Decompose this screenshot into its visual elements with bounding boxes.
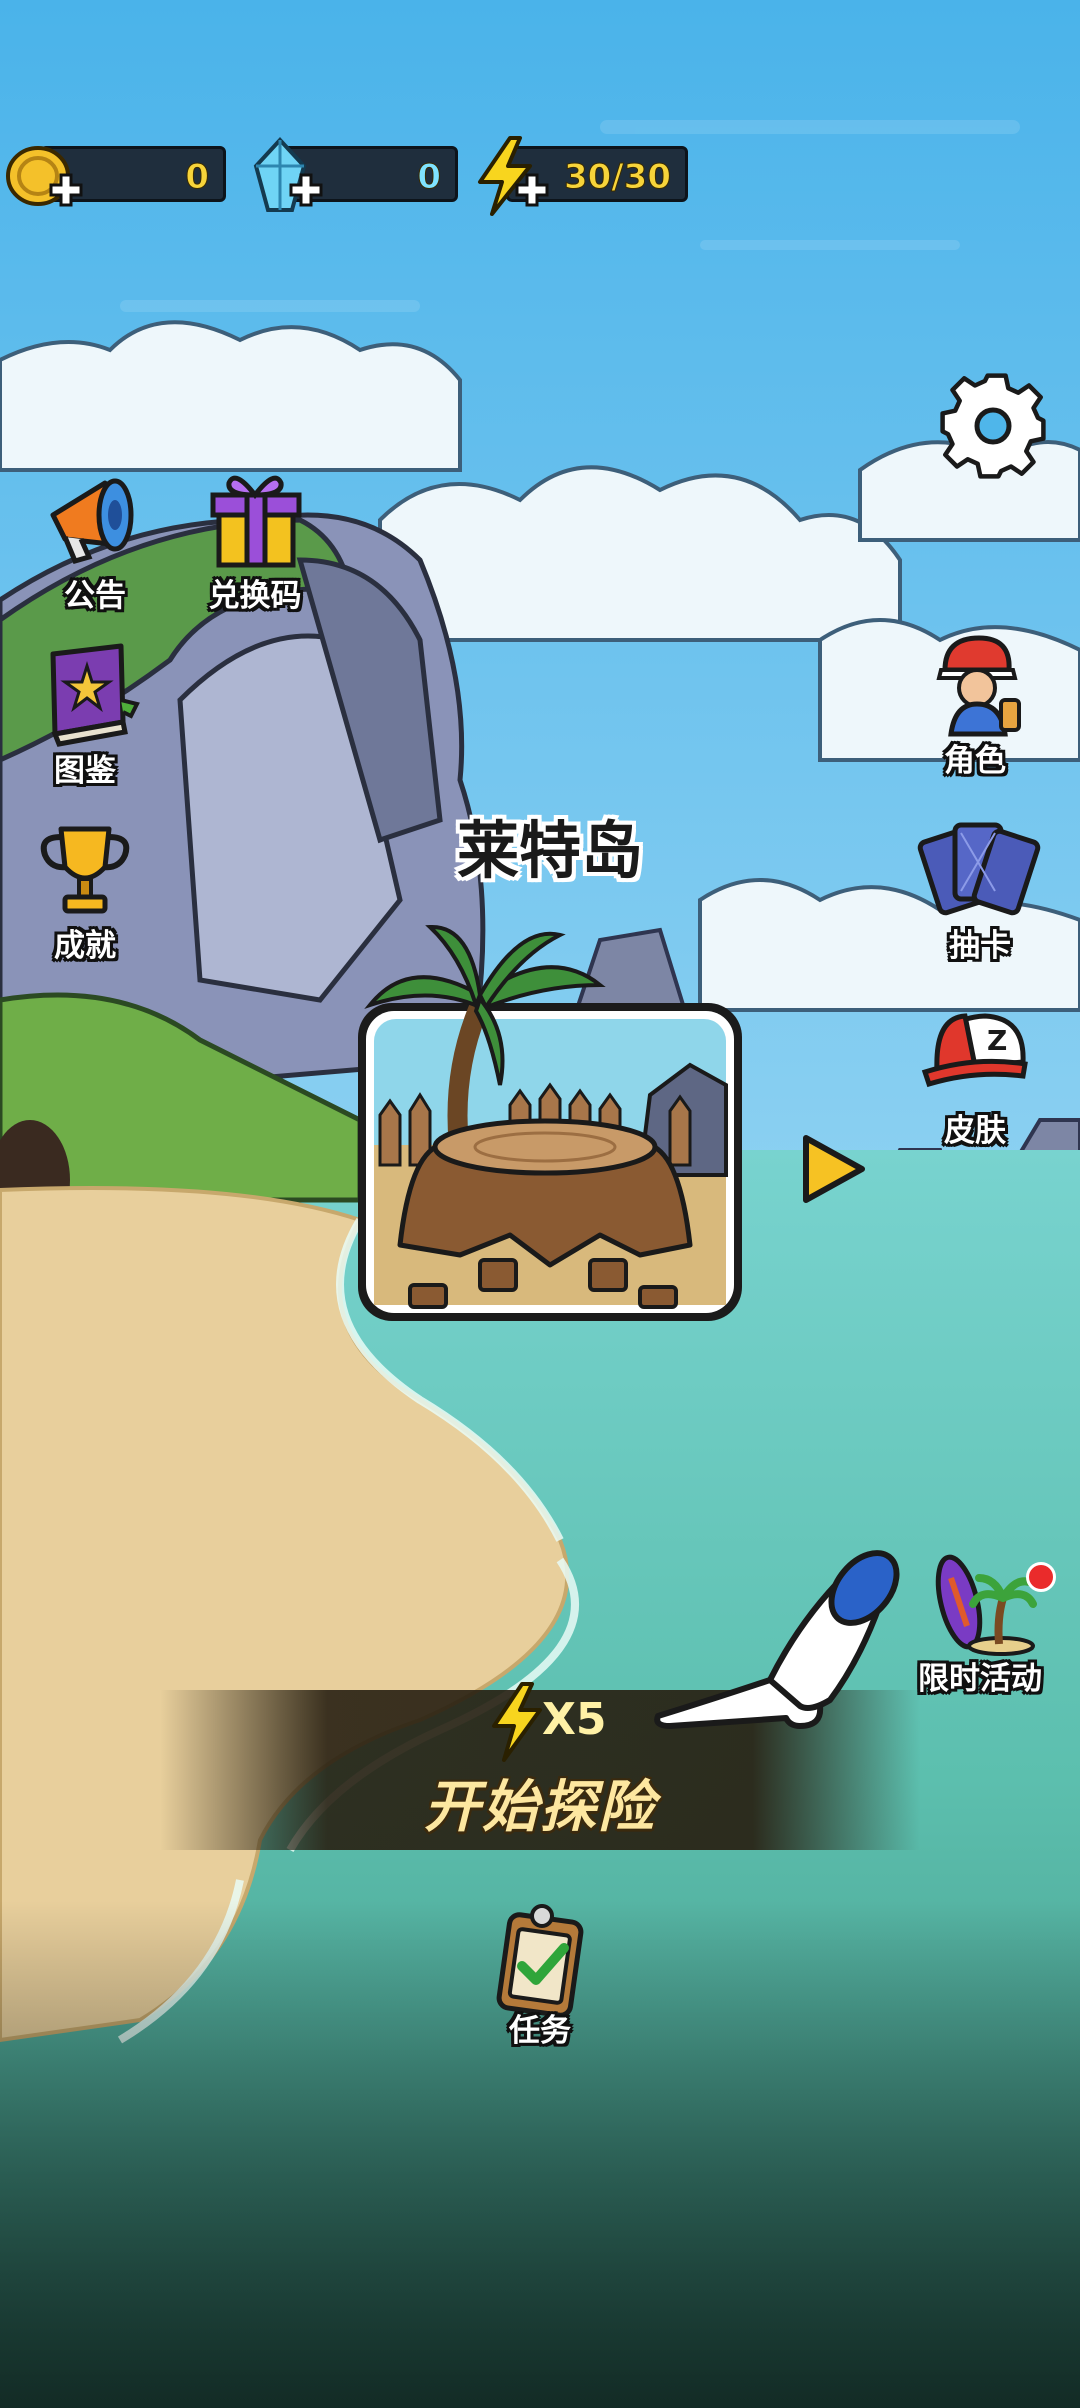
surfboard-palm-icon xyxy=(935,1554,1037,1656)
gift-box-icon xyxy=(210,475,302,568)
start-energy-cost: X5 xyxy=(542,1694,607,1745)
character-icon xyxy=(936,635,1021,737)
island-level-card[interactable] xyxy=(350,915,750,1330)
coin-value: 0 xyxy=(185,157,210,198)
svg-text:Z: Z xyxy=(987,1024,1007,1057)
achievements-label: 成就 xyxy=(54,928,116,964)
announcement-label: 公告 xyxy=(64,578,126,614)
gem-counter[interactable]: 0 xyxy=(240,137,458,212)
cards-icon xyxy=(917,822,1041,916)
draw-card-label: 抽卡 xyxy=(949,928,1011,964)
megaphone-icon xyxy=(50,478,134,565)
play-arrow-icon[interactable] xyxy=(796,1132,870,1206)
energy-value: 30/30 xyxy=(563,157,671,198)
coin-counter[interactable]: 0 xyxy=(0,142,226,208)
plus-icon[interactable] xyxy=(514,172,550,208)
draw-card-button[interactable]: 抽卡 xyxy=(905,815,1055,965)
redeem-code-label: 兑换码 xyxy=(208,578,302,614)
plus-icon[interactable] xyxy=(48,172,84,208)
limited-event-label: 限时活动 xyxy=(918,1661,1042,1697)
start-adventure-label: 开始探险 xyxy=(424,1775,656,1840)
cap-icon: Z xyxy=(921,1013,1028,1088)
clipboard-icon xyxy=(496,1904,584,2018)
codex-button[interactable]: 图鉴 xyxy=(10,640,160,790)
redeem-code-button[interactable]: 兑换码 xyxy=(180,465,330,615)
character-label: 角色 xyxy=(944,743,1006,779)
energy-counter[interactable]: 30/30 xyxy=(466,136,688,216)
tasks-button[interactable]: 任务 xyxy=(465,1900,615,2050)
trophy-icon xyxy=(40,826,130,914)
island-name: 莱特岛 xyxy=(456,814,643,887)
character-button[interactable]: 角色 xyxy=(900,630,1050,780)
codex-label: 图鉴 xyxy=(54,753,116,789)
notification-dot xyxy=(1026,1562,1056,1592)
skin-label: 皮肤 xyxy=(944,1113,1006,1149)
plus-icon[interactable] xyxy=(288,172,324,208)
tasks-label: 任务 xyxy=(509,2013,571,2049)
book-icon xyxy=(50,643,140,747)
achievements-button[interactable]: 成就 xyxy=(10,815,160,965)
announcement-button[interactable]: 公告 xyxy=(20,465,170,615)
pointing-hand-icon xyxy=(654,1550,900,1729)
settings-gear-icon[interactable] xyxy=(935,368,1051,484)
gem-value: 0 xyxy=(417,157,442,198)
skin-button[interactable]: Z 皮肤 xyxy=(900,1000,1050,1150)
